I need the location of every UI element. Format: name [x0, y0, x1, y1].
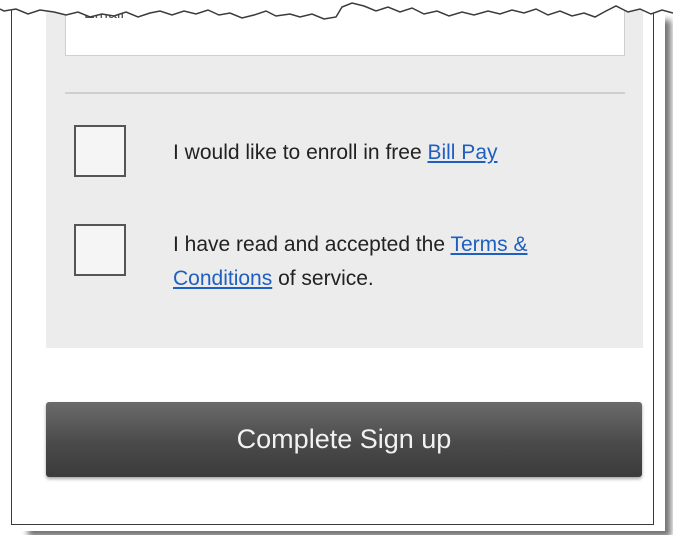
bill-pay-label-text: I would like to enroll in free: [173, 141, 428, 164]
terms-link-part2[interactable]: Conditions: [173, 267, 272, 290]
terms-checkbox[interactable]: [74, 224, 126, 276]
complete-signup-button[interactable]: Complete Sign up: [46, 402, 642, 477]
bill-pay-link[interactable]: Bill Pay: [427, 141, 497, 164]
torn-edge-decoration: [0, 0, 673, 20]
terms-label-text: I have read and accepted the: [173, 233, 451, 256]
terms-label: I have read and accepted the Terms & Cond…: [173, 228, 613, 296]
bill-pay-checkbox[interactable]: [74, 125, 126, 177]
terms-label-suffix: of service.: [272, 267, 374, 290]
terms-link-part1[interactable]: Terms &: [451, 233, 528, 256]
bill-pay-label: I would like to enroll in free Bill Pay: [173, 136, 498, 170]
divider: [65, 92, 625, 94]
signup-card: Email I would like to enroll in free Bil…: [11, 0, 654, 525]
signup-form-screenshot: Email I would like to enroll in free Bil…: [0, 0, 673, 535]
